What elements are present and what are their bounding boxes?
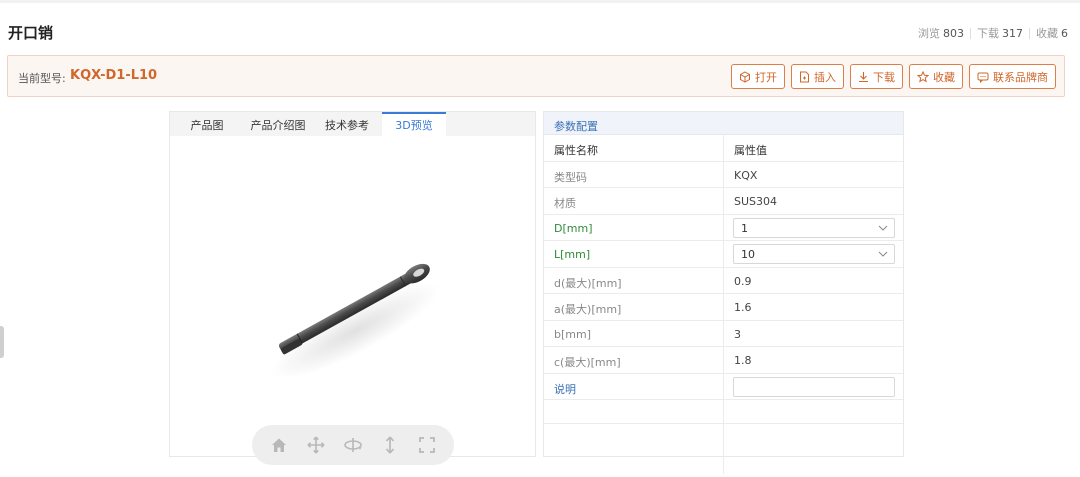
insert-button[interactable]: 插入 <box>791 64 844 89</box>
viewer-vertical-button[interactable] <box>377 432 403 458</box>
stat-views: 浏览 803 <box>918 27 964 40</box>
download-icon <box>859 71 868 82</box>
params-header-row: 属性名称 属性值 <box>544 135 903 162</box>
param-value: 3 <box>734 327 741 341</box>
preview-tabs: 产品图 产品介绍图 技术参考 3D预览 <box>170 112 535 136</box>
param-name: 说明 <box>544 373 724 399</box>
viewer-home-button[interactable] <box>266 432 292 458</box>
star-icon <box>917 70 929 83</box>
page-title: 开口销 <box>8 24 54 42</box>
param-value: 1.6 <box>734 301 752 314</box>
viewer-rotate-button[interactable] <box>340 432 366 458</box>
contact-brand-button[interactable]: 联系品牌商 <box>969 64 1056 89</box>
favorite-button[interactable]: 收藏 <box>909 64 963 89</box>
table-row: d(最大)[mm] 0.9 <box>544 267 903 294</box>
param-name: L[mm] <box>544 241 724 267</box>
table-row: 材质 SUS304 <box>544 188 903 215</box>
model-code: KQX-D1-L10 <box>70 68 158 83</box>
tab-tech-reference[interactable]: 技术参考 <box>312 112 382 136</box>
tab-product-image[interactable]: 产品图 <box>170 112 244 136</box>
column-header-name: 属性名称 <box>544 135 724 161</box>
insert-icon <box>800 71 809 82</box>
param-value: KQX <box>734 168 758 182</box>
home-icon <box>271 438 286 452</box>
cotter-pin-model <box>270 263 440 376</box>
table-row: L[mm] 10 <box>544 241 903 268</box>
param-name: d(最大)[mm] <box>544 267 724 293</box>
param-name: b[mm] <box>544 320 724 346</box>
3d-viewer[interactable] <box>170 136 535 465</box>
chat-icon <box>977 72 989 83</box>
table-row <box>544 424 903 474</box>
param-name: c(最大)[mm] <box>544 347 724 373</box>
param-name: 类型码 <box>544 161 724 187</box>
chevron-down-icon <box>878 251 888 257</box>
table-row: b[mm] 3 <box>544 320 903 347</box>
table-row: 说明 <box>544 373 903 400</box>
table-row: D[mm] 1 <box>544 214 903 241</box>
stat-downloads: 下载 317 <box>977 27 1023 40</box>
top-divider <box>0 0 1080 3</box>
params-section-title: 参数配置 <box>544 112 903 135</box>
l-mm-select[interactable]: 10 <box>733 244 895 264</box>
preview-panel: 产品图 产品介绍图 技术参考 3D预览 <box>169 111 536 465</box>
stats-bar: 浏览 803 下载 317 收藏 6 <box>918 25 1068 41</box>
param-value: 0.9 <box>734 274 752 288</box>
description-input[interactable] <box>733 376 895 397</box>
d-mm-select[interactable]: 1 <box>733 217 895 238</box>
fullscreen-icon <box>419 437 436 453</box>
param-name: D[mm] <box>544 214 724 240</box>
tab-product-intro[interactable]: 产品介绍图 <box>244 112 312 136</box>
vertical-move-icon <box>386 436 395 454</box>
stat-divider <box>1029 27 1030 39</box>
table-row: c(最大)[mm] 1.8 <box>544 347 903 374</box>
stat-favorites: 收藏 6 <box>1036 27 1068 40</box>
pan-icon <box>307 436 325 454</box>
download-button[interactable]: 下载 <box>850 64 903 89</box>
tab-3d-preview[interactable]: 3D预览 <box>382 112 446 136</box>
table-row: 类型码 KQX <box>544 161 903 188</box>
table-row <box>544 400 903 424</box>
viewer-pan-button[interactable] <box>303 432 329 458</box>
rotate-icon <box>344 438 362 452</box>
viewer-controls <box>252 425 454 465</box>
model-label: 当前型号: <box>18 72 66 85</box>
side-drawer-handle[interactable] <box>0 326 4 358</box>
params-table: 属性名称 属性值 类型码 KQX 材质 SUS304 D[mm] 1 L[mm] <box>544 135 903 474</box>
model-bar: 当前型号: KQX-D1-L10 打开 插入 下载 收藏 联系品牌商 <box>7 55 1065 97</box>
table-row: a(最大)[mm] 1.6 <box>544 294 903 321</box>
action-buttons: 打开 插入 下载 收藏 联系品牌商 <box>731 64 1056 89</box>
param-value: SUS304 <box>734 195 778 208</box>
param-value: 1.8 <box>734 354 752 367</box>
stat-divider <box>970 27 971 39</box>
open-button[interactable]: 打开 <box>731 64 785 89</box>
column-header-value: 属性值 <box>734 144 767 157</box>
viewer-fullscreen-button[interactable] <box>414 432 440 458</box>
params-panel: 参数配置 属性名称 属性值 类型码 KQX 材质 SUS304 D[mm] 1 … <box>543 111 904 474</box>
param-name: 材质 <box>544 188 724 214</box>
param-name: a(最大)[mm] <box>544 294 724 320</box>
chevron-down-icon <box>878 225 888 231</box>
cube-icon <box>740 70 750 83</box>
